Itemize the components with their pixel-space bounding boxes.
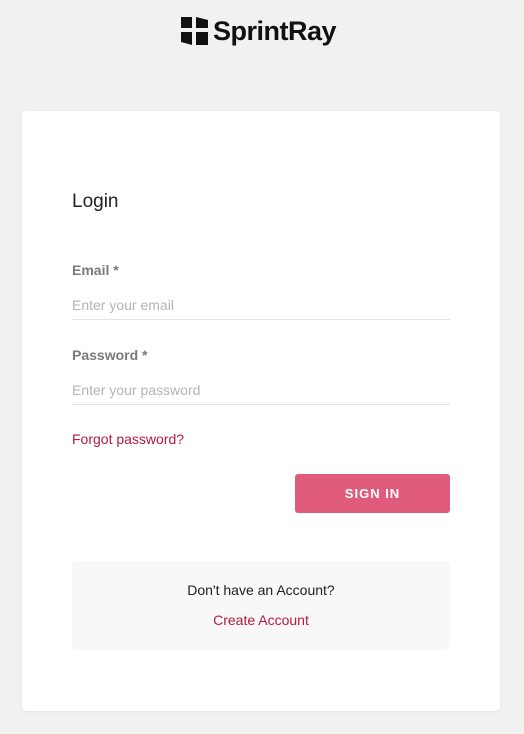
password-label: Password *	[72, 347, 148, 363]
brand-name: SprintRay	[213, 16, 337, 46]
email-field[interactable]	[72, 290, 450, 320]
sign-in-button[interactable]: SIGN IN	[295, 474, 450, 513]
create-account-panel: Don't have an Account? Create Account	[72, 561, 450, 650]
forgot-password-link[interactable]: Forgot password?	[72, 431, 184, 447]
email-label: Email *	[72, 262, 119, 278]
brand-logo[interactable]: SprintRay	[181, 15, 337, 47]
sprintray-logo-icon	[181, 17, 208, 45]
header: SprintRay	[0, 0, 524, 60]
page-title: Login	[72, 191, 119, 212]
no-account-text: Don't have an Account?	[187, 582, 335, 598]
create-account-link[interactable]: Create Account	[72, 612, 450, 628]
login-card: Login Email * Password * Forgot password…	[22, 111, 500, 711]
password-field[interactable]	[72, 375, 450, 405]
